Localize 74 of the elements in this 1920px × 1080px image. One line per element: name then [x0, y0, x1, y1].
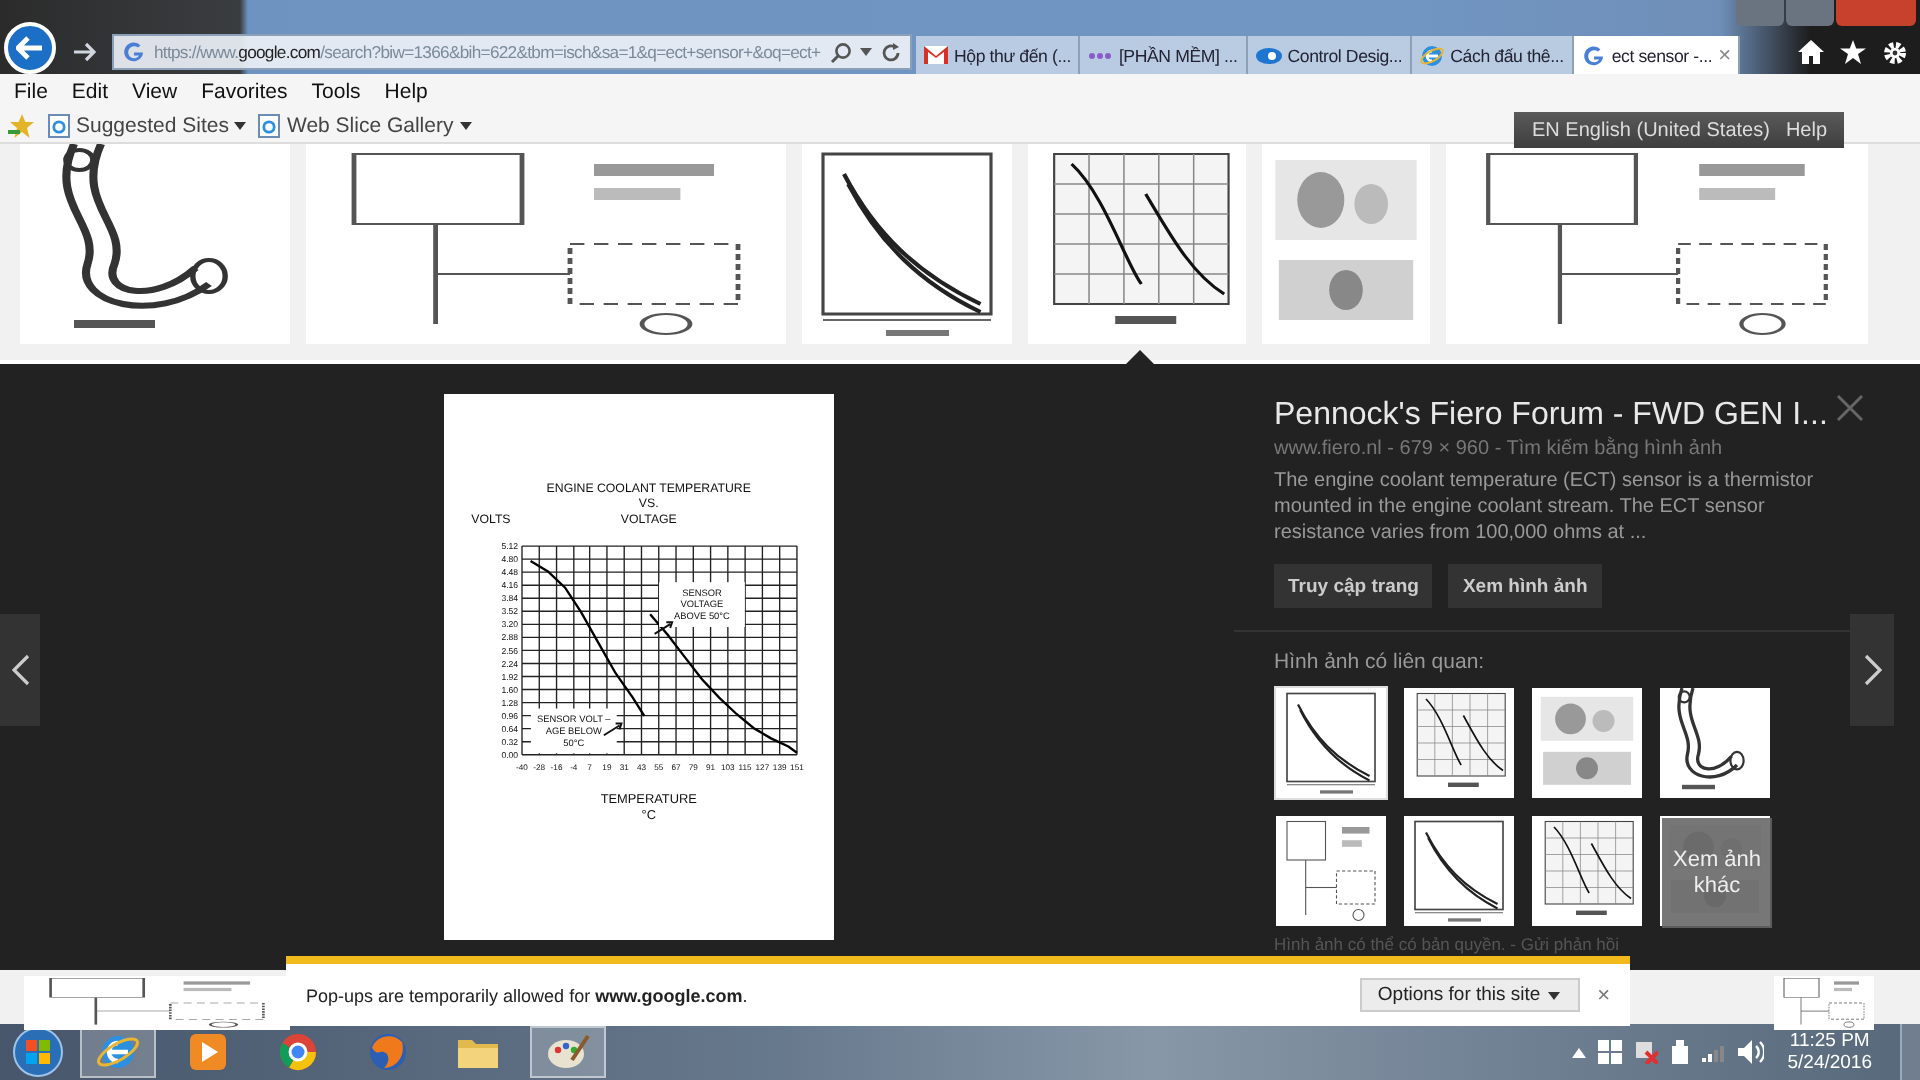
menu-item[interactable]: Favorites	[201, 80, 304, 104]
close-icon	[1836, 394, 1864, 422]
caret-icon	[860, 48, 872, 56]
star-icon[interactable]	[1840, 40, 1866, 64]
browser-tab[interactable]: Cách đấu thê...	[1412, 36, 1574, 74]
action-button[interactable]: Xem hình ảnh	[1448, 564, 1602, 608]
options-button[interactable]: Options for this site	[1359, 978, 1580, 1012]
network-icon[interactable]	[1633, 1040, 1658, 1064]
clock[interactable]: 11:25 PM 5/24/2016	[1787, 1030, 1872, 1074]
start-button[interactable]	[8, 1026, 68, 1078]
action-button[interactable]: Truy cập trang	[1274, 564, 1433, 608]
refresh-icon	[880, 41, 902, 63]
previous-button[interactable]	[0, 614, 40, 726]
power-icon[interactable]	[1669, 1040, 1690, 1064]
close-button[interactable]	[1834, 392, 1866, 424]
result-title[interactable]: Pennock's Fiero Forum - FWD GEN I...	[1274, 398, 1834, 434]
next-button[interactable]	[1850, 614, 1894, 726]
browser-tab[interactable]: ect sensor -... ×	[1573, 36, 1741, 74]
caret-icon	[459, 122, 472, 130]
related-thumbnail[interactable]	[1658, 686, 1772, 800]
pointer-arrow	[653, 621, 674, 635]
volume-icon[interactable]	[1737, 1040, 1764, 1064]
menu-item[interactable]: Help	[384, 80, 444, 104]
flag-icon[interactable]	[1597, 1040, 1622, 1064]
show-hidden-icons[interactable]	[1571, 1047, 1586, 1057]
related-thumbnail[interactable]	[1402, 814, 1516, 928]
search-icon	[830, 41, 852, 63]
browser-tab[interactable]: Control Desig...	[1247, 36, 1413, 74]
language-bar[interactable]: EN English (United States) Help	[1514, 112, 1844, 148]
favorites-link[interactable]: Web Slice Gallery	[258, 114, 472, 138]
browser-icon[interactable]	[80, 1026, 156, 1078]
home-icon[interactable]	[1798, 40, 1824, 64]
google-g-icon	[122, 40, 146, 64]
chevron-right-icon	[1863, 654, 1881, 686]
address-field[interactable]: https://www.google.com/search?biw=1366&bih=622&tbm=isch&sa=1&q=ect+sensor+&oq=ect+	[112, 34, 912, 70]
menu-item[interactable]: Edit	[71, 80, 125, 104]
add-favorite-icon[interactable]	[8, 114, 36, 138]
caret-icon	[234, 122, 247, 130]
caret-icon	[1548, 991, 1561, 999]
close-tab-button[interactable]: ×	[1718, 43, 1731, 67]
browser-tab[interactable]: [PHẦN MỀM] ...	[1080, 36, 1248, 74]
google-g-icon	[1581, 43, 1606, 67]
pointer-arrow	[602, 722, 623, 737]
dots-icon	[1088, 51, 1113, 59]
clock-date: 5/24/2016	[1787, 1052, 1872, 1074]
browser-icon	[1420, 43, 1445, 67]
menu-item[interactable]: View	[132, 80, 194, 104]
eye-icon	[1255, 47, 1282, 63]
favorites-link[interactable]: Suggested Sites	[48, 114, 247, 138]
related-thumbnail[interactable]	[1530, 686, 1644, 800]
language-label: EN English (United States)	[1532, 119, 1770, 141]
help-label: Help	[1785, 119, 1828, 141]
result-meta: www.fiero.nl - 679 × 960 - Tìm kiếm bằng hình ảnh	[1274, 438, 1725, 460]
back-arrow-icon	[16, 36, 44, 60]
menu-item[interactable]: File	[14, 80, 64, 104]
palette-icon[interactable]	[530, 1026, 606, 1078]
back-button[interactable]	[4, 22, 56, 74]
related-thumbnail[interactable]	[1530, 814, 1644, 928]
close-button[interactable]: ×	[1597, 983, 1610, 1007]
signal-icon[interactable]	[1701, 1042, 1726, 1062]
chevron-left-icon	[11, 654, 29, 686]
settings-icon[interactable]	[1882, 39, 1908, 65]
envelope-icon	[924, 46, 948, 64]
popup-message: Pop-ups are temporarily allowed for www.google.com.	[306, 985, 748, 1005]
related-thumbnail[interactable]	[1274, 686, 1388, 800]
menu-item[interactable]: Tools	[311, 80, 377, 104]
related-heading: Hình ảnh có liên quan:	[1274, 650, 1487, 674]
forward-arrow-icon	[72, 42, 96, 62]
related-thumbnail[interactable]	[1274, 814, 1388, 928]
browser-tab[interactable]: Hộp thư đến (...	[916, 36, 1081, 74]
clock-time: 11:25 PM	[1789, 1030, 1870, 1052]
result-description: The engine coolant temperature (ECT) sensor is a thermistor mounted in the engine coolant stream. The ECT sensor resistance varies from 100,000 ohms at ...	[1274, 468, 1816, 546]
url-text: https://www.google.com/search?biw=1366&bih=622&tbm=isch&sa=1&q=ect+sensor+&oq=ect+	[154, 42, 822, 62]
related-thumbnail[interactable]	[1402, 686, 1516, 800]
